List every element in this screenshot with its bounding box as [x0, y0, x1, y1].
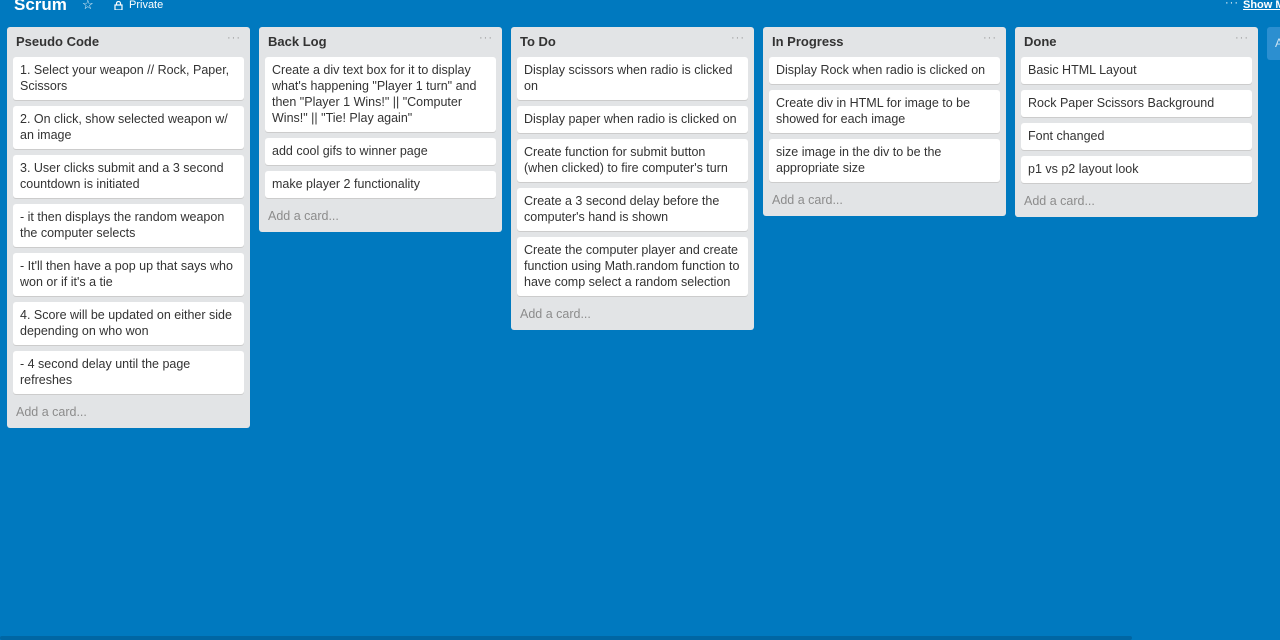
- list-title[interactable]: To Do: [520, 34, 556, 49]
- horizontal-scrollbar[interactable]: [0, 636, 1132, 640]
- show-menu-button[interactable]: Show Menu: [1243, 0, 1280, 12]
- card[interactable]: - it then displays the random weapon the…: [13, 204, 244, 247]
- list-header: Done ···: [1021, 27, 1252, 57]
- lock-icon: [114, 0, 123, 10]
- card[interactable]: Rock Paper Scissors Background: [1021, 90, 1252, 117]
- board-header: Scrum ☆ Private ··· Show Menu: [0, 0, 1280, 14]
- add-card-button[interactable]: Add a card...: [265, 204, 496, 224]
- list-done: Done ··· Basic HTML Layout Rock Paper Sc…: [1015, 27, 1258, 217]
- card[interactable]: p1 vs p2 layout look: [1021, 156, 1252, 183]
- list-menu-icon[interactable]: ···: [227, 32, 241, 44]
- add-card-button[interactable]: Add a card...: [769, 188, 1000, 208]
- card[interactable]: Create the computer player and create fu…: [517, 237, 748, 296]
- card[interactable]: - It'll then have a pop up that says who…: [13, 253, 244, 296]
- list-menu-icon[interactable]: ···: [1235, 32, 1249, 44]
- list-menu-icon[interactable]: ···: [479, 32, 493, 44]
- list-header: Back Log ···: [265, 27, 496, 57]
- card[interactable]: - 4 second delay until the page refreshe…: [13, 351, 244, 394]
- list-to-do: To Do ··· Display scissors when radio is…: [511, 27, 754, 330]
- list-title[interactable]: Pseudo Code: [16, 34, 99, 49]
- card[interactable]: make player 2 functionality: [265, 171, 496, 198]
- card[interactable]: add cool gifs to winner page: [265, 138, 496, 165]
- card[interactable]: 3. User clicks submit and a 3 second cou…: [13, 155, 244, 198]
- board-title[interactable]: Scrum: [14, 0, 67, 15]
- list-header: In Progress ···: [769, 27, 1000, 57]
- card[interactable]: 1. Select your weapon // Rock, Paper, Sc…: [13, 57, 244, 100]
- card[interactable]: 2. On click, show selected weapon w/ an …: [13, 106, 244, 149]
- list-header: To Do ···: [517, 27, 748, 57]
- card[interactable]: size image in the div to be the appropri…: [769, 139, 1000, 182]
- card[interactable]: Create a 3 second delay before the compu…: [517, 188, 748, 231]
- card[interactable]: Display scissors when radio is clicked o…: [517, 57, 748, 100]
- add-card-button[interactable]: Add a card...: [1021, 189, 1252, 209]
- card[interactable]: Font changed: [1021, 123, 1252, 150]
- list-menu-icon[interactable]: ···: [731, 32, 745, 44]
- add-list-button[interactable]: A: [1267, 27, 1280, 60]
- list-title[interactable]: Done: [1024, 34, 1057, 49]
- list-header: Pseudo Code ···: [13, 27, 244, 57]
- list-title[interactable]: In Progress: [772, 34, 844, 49]
- add-card-button[interactable]: Add a card...: [517, 302, 748, 322]
- card[interactable]: Display paper when radio is clicked on: [517, 106, 748, 133]
- card[interactable]: 4. Score will be updated on either side …: [13, 302, 244, 345]
- privacy-label: Private: [129, 0, 164, 11]
- privacy-button[interactable]: Private: [114, 0, 163, 12]
- card[interactable]: Create a div text box for it to display …: [265, 57, 496, 132]
- list-in-progress: In Progress ··· Display Rock when radio …: [763, 27, 1006, 216]
- more-icon[interactable]: ···: [1225, 0, 1239, 10]
- card[interactable]: Create div in HTML for image to be showe…: [769, 90, 1000, 133]
- card[interactable]: Basic HTML Layout: [1021, 57, 1252, 84]
- card[interactable]: Create function for submit button (when …: [517, 139, 748, 182]
- list-menu-icon[interactable]: ···: [983, 32, 997, 44]
- card[interactable]: Display Rock when radio is clicked on: [769, 57, 1000, 84]
- list-title[interactable]: Back Log: [268, 34, 327, 49]
- star-icon[interactable]: ☆: [82, 0, 94, 12]
- add-card-button[interactable]: Add a card...: [13, 400, 244, 420]
- list-pseudo-code: Pseudo Code ··· 1. Select your weapon //…: [7, 27, 250, 428]
- list-back-log: Back Log ··· Create a div text box for i…: [259, 27, 502, 232]
- lists-container: Pseudo Code ··· 1. Select your weapon //…: [7, 27, 1258, 428]
